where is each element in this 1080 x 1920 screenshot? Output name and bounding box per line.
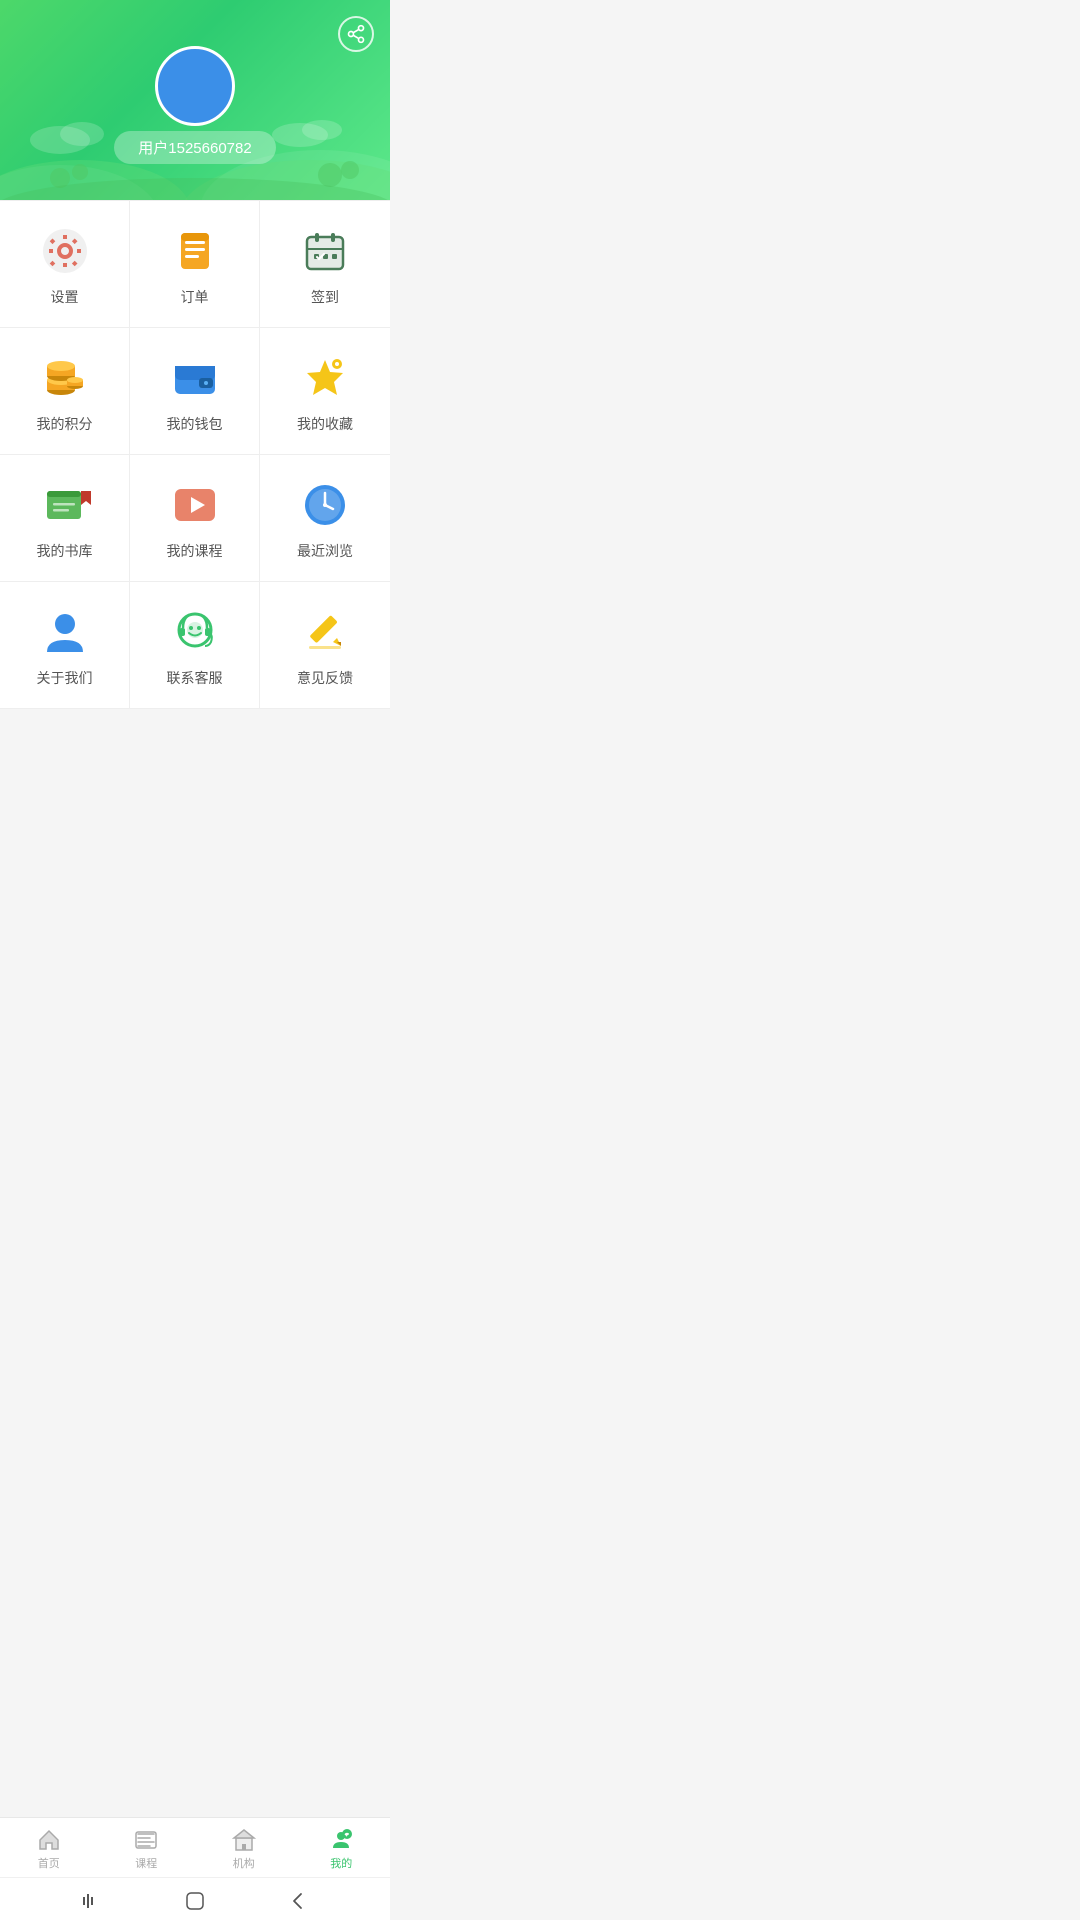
nav-item-mine[interactable]: 我的: [293, 1828, 391, 1871]
menu-item-checkin[interactable]: 签到: [260, 201, 390, 328]
library-icon: [39, 479, 91, 531]
menu-item-settings[interactable]: 设置: [0, 201, 130, 328]
courses-nav-icon: [134, 1828, 158, 1852]
org-nav-icon: [232, 1828, 256, 1852]
mine-nav-label: 我的: [330, 1855, 352, 1871]
checkin-label: 签到: [311, 287, 339, 307]
points-label: 我的积分: [37, 414, 93, 434]
nav-items-container: 首页 课程 机构: [0, 1818, 390, 1877]
points-icon: [39, 352, 91, 404]
about-icon: [39, 606, 91, 658]
home-nav-label: 首页: [38, 1855, 60, 1871]
menu-item-courses[interactable]: 我的课程: [130, 455, 260, 582]
menu-item-feedback[interactable]: 意见反馈: [260, 582, 390, 709]
checkin-icon: [299, 225, 351, 277]
username-display[interactable]: 用户1525660782: [114, 131, 275, 164]
menu-item-points[interactable]: 我的积分: [0, 328, 130, 455]
home-nav-icon: [37, 1828, 61, 1852]
menu-item-support[interactable]: 联系客服: [130, 582, 260, 709]
menu-grid: 设置 订单: [0, 200, 390, 709]
home-button[interactable]: [184, 1890, 206, 1912]
header-banner: 用户1525660782: [0, 0, 390, 200]
support-icon: [169, 606, 221, 658]
courses-icon: [169, 479, 221, 531]
courses-label: 我的课程: [167, 541, 223, 561]
system-bar: [0, 1877, 390, 1920]
content-spacer: [0, 709, 390, 809]
menu-item-library[interactable]: 我的书库: [0, 455, 130, 582]
wallet-label: 我的钱包: [167, 414, 223, 434]
menu-item-about[interactable]: 关于我们: [0, 582, 130, 709]
settings-icon: [39, 225, 91, 277]
nav-item-org[interactable]: 机构: [195, 1828, 293, 1871]
share-icon: [346, 24, 366, 44]
menu-item-recent[interactable]: 最近浏览: [260, 455, 390, 582]
nav-item-home[interactable]: 首页: [0, 1828, 98, 1871]
avatar[interactable]: [155, 46, 235, 126]
support-label: 联系客服: [167, 668, 223, 688]
settings-label: 设置: [51, 287, 79, 307]
feedback-icon: [299, 606, 351, 658]
orders-icon: [169, 225, 221, 277]
wallet-icon: [169, 352, 221, 404]
library-label: 我的书库: [37, 541, 93, 561]
recent-icon: [299, 479, 351, 531]
share-button[interactable]: [338, 16, 374, 52]
about-label: 关于我们: [37, 668, 93, 688]
menu-item-wallet[interactable]: 我的钱包: [130, 328, 260, 455]
nav-item-courses[interactable]: 课程: [98, 1828, 196, 1871]
back-stack-button[interactable]: [81, 1890, 103, 1912]
bottom-navigation: 首页 课程 机构: [0, 1817, 390, 1920]
courses-nav-label: 课程: [135, 1855, 157, 1871]
menu-item-orders[interactable]: 订单: [130, 201, 260, 328]
recent-label: 最近浏览: [297, 541, 353, 561]
org-nav-label: 机构: [233, 1855, 255, 1871]
feedback-label: 意见反馈: [297, 668, 353, 688]
back-button[interactable]: [287, 1890, 309, 1912]
menu-item-favorites[interactable]: 我的收藏: [260, 328, 390, 455]
favorites-icon: [299, 352, 351, 404]
favorites-label: 我的收藏: [297, 414, 353, 434]
orders-label: 订单: [181, 287, 209, 307]
mine-nav-icon: [329, 1828, 353, 1852]
